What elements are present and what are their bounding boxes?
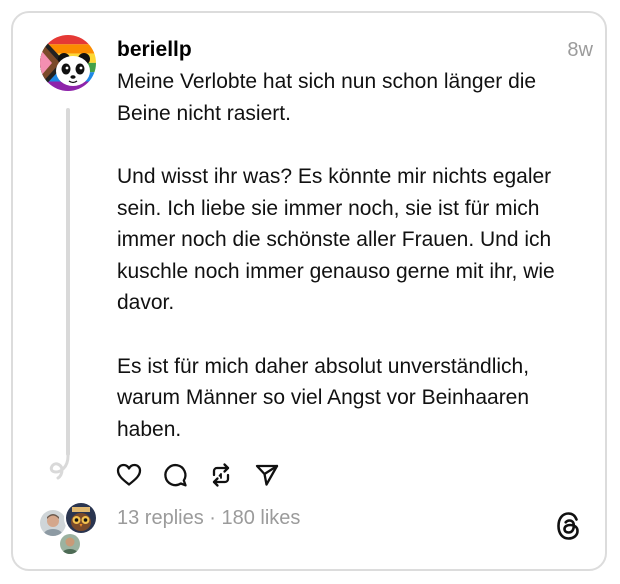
heart-icon	[116, 463, 142, 486]
post-actions	[114, 460, 298, 490]
post-paragraph: Und wisst ihr was? Es könnte mir nichts …	[117, 165, 555, 314]
post-paragraph: Es ist für mich daher absolut unverständ…	[117, 354, 530, 441]
share-button[interactable]	[252, 460, 282, 490]
threads-logo-icon[interactable]	[554, 510, 584, 542]
repost-button[interactable]	[206, 460, 236, 490]
reply-avatar	[58, 532, 82, 556]
reply-button[interactable]	[160, 460, 190, 490]
reply-avatar	[64, 501, 98, 535]
post-stats[interactable]: 13 replies · 180 likes	[117, 507, 300, 530]
person-avatar-image	[40, 510, 66, 536]
owl-avatar-image	[66, 503, 96, 533]
send-icon	[255, 464, 279, 486]
repost-icon	[212, 463, 230, 487]
post-body: Meine Verlobte hat sich nun schon länger…	[117, 66, 587, 445]
post-paragraph: Meine Verlobte hat sich nun schon länger…	[117, 70, 537, 125]
like-button[interactable]	[114, 460, 144, 490]
thread-loop-icon	[49, 454, 70, 480]
avatar[interactable]	[40, 35, 96, 91]
username[interactable]: beriellp	[117, 38, 192, 62]
person-avatar-image	[60, 534, 80, 554]
post-timestamp: 8w	[567, 39, 593, 61]
thread-line	[66, 108, 70, 456]
panda-pride-avatar-image	[40, 35, 96, 91]
comment-icon	[164, 463, 187, 487]
